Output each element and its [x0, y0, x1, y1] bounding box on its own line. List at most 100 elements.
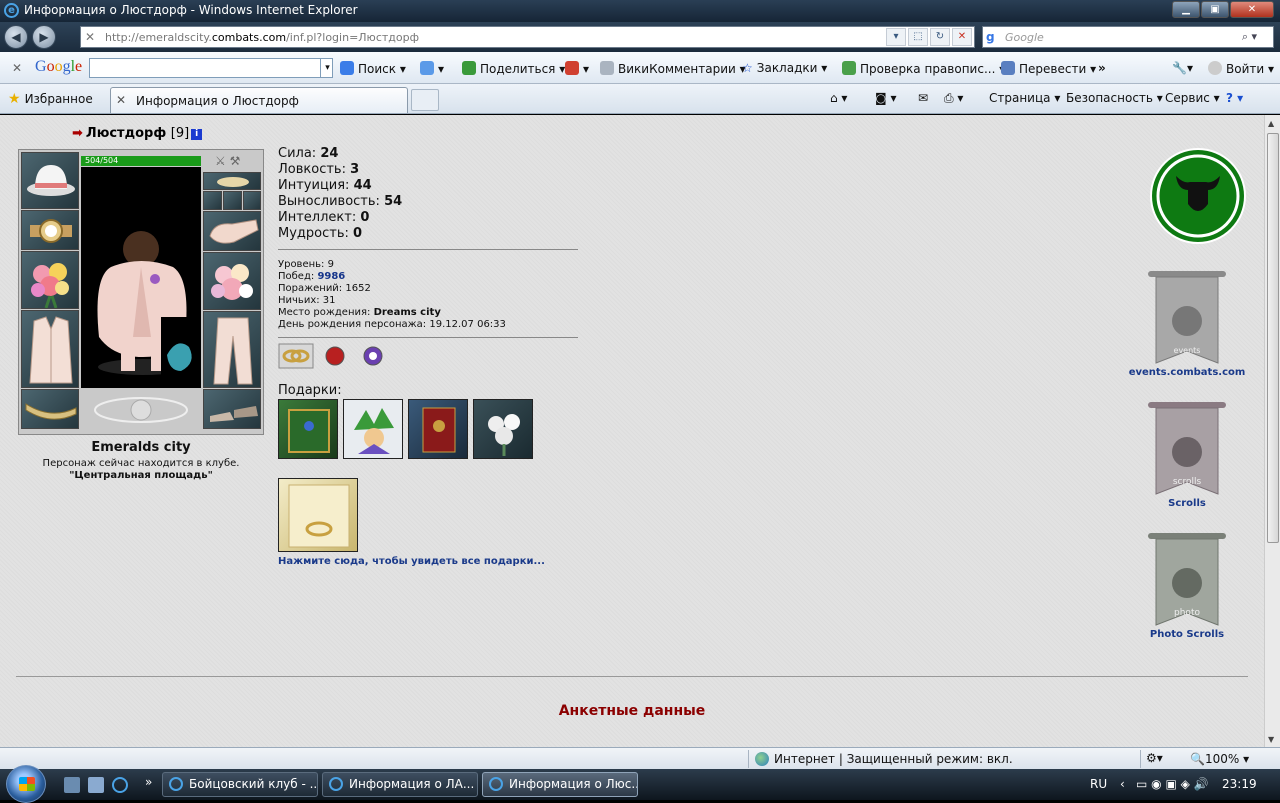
tray-expand-icon[interactable]: ‹ — [1120, 777, 1125, 791]
rings-medal-icon[interactable] — [278, 343, 314, 369]
gift-passport[interactable] — [408, 399, 468, 459]
help-icon[interactable]: ? ▾ — [1226, 91, 1243, 105]
all-gifts-link[interactable]: Нажмите сюда, чтобы увидеть все подарки.… — [278, 556, 545, 567]
forward-button[interactable]: ▶ — [32, 25, 56, 49]
spellcheck-button[interactable]: Проверка правопис... ▾ — [842, 61, 1005, 76]
purple-medal-icon[interactable] — [362, 345, 384, 367]
protected-mode-icon[interactable]: ⚙▾ — [1146, 751, 1163, 765]
ie-quicklaunch-icon[interactable] — [112, 777, 128, 793]
compat-view-icon[interactable]: ⬚ — [908, 28, 928, 46]
tray-icons[interactable]: ▭ ◉ ▣ ◈ 🔊 — [1136, 777, 1209, 791]
boots-slot[interactable] — [203, 389, 261, 429]
google-search-input[interactable] — [89, 58, 333, 78]
ie-task-icon — [329, 777, 343, 791]
vertical-scrollbar[interactable]: ▲ ▼ — [1264, 115, 1280, 747]
print-icon[interactable]: ⎙ ▾ — [944, 91, 963, 106]
close-toolbar-icon[interactable]: ✕ — [12, 61, 22, 75]
google-add-button[interactable]: ▾ — [420, 61, 444, 76]
red-medal-icon[interactable] — [324, 345, 346, 367]
page-menu[interactable]: Страница ▾ — [989, 91, 1060, 105]
pants-slot[interactable] — [203, 311, 261, 388]
scrolls-banner-icon[interactable]: scrolls — [1148, 402, 1226, 498]
bracer-slot[interactable] — [21, 210, 79, 250]
window-controls: ▁ ▣ ✕ — [1172, 1, 1274, 18]
ring-slot-3[interactable] — [243, 191, 261, 210]
stop-icon[interactable]: ✕ — [952, 28, 972, 46]
favorites-button[interactable]: ★ Избранное — [8, 91, 93, 107]
private-message-arrow-icon[interactable]: ➡ — [72, 126, 83, 141]
google-search-button[interactable]: Поиск ▾ — [340, 61, 406, 76]
scroll-down-icon[interactable]: ▼ — [1268, 735, 1274, 744]
info-draws: Ничьих: 31 — [278, 295, 336, 306]
photo-scrolls-link[interactable]: Photo Scrolls — [1100, 629, 1264, 640]
ie-task-icon — [169, 777, 183, 791]
character-level: [9] — [170, 126, 190, 141]
google-search-icon: g — [986, 30, 995, 44]
dropdown-icon[interactable]: ▾ — [886, 28, 906, 46]
zoom-level[interactable]: 🔍100% ▾ — [1190, 752, 1249, 766]
ring-slot-2[interactable] — [223, 191, 242, 210]
armor-slot[interactable] — [21, 310, 79, 388]
search-box[interactable]: g Google ⌕ ▾ — [982, 26, 1274, 48]
wiki-comments-button[interactable]: ВикиКомментарии ▾ — [600, 61, 746, 76]
mail-icon[interactable]: ✉ — [918, 91, 928, 105]
show-desktop-icon[interactable] — [64, 777, 80, 793]
ring-slot-1[interactable] — [203, 191, 222, 210]
bookmarks-button[interactable]: ☆ Закладки ▾ — [742, 61, 827, 75]
character-name-row: ➡ Люстдорф [9] i — [72, 126, 203, 141]
feeds-icon[interactable]: ◙ ▾ — [875, 91, 896, 105]
task-fight-club[interactable]: Бойцовский клуб - ... — [162, 772, 318, 797]
translate-button[interactable]: Перевести ▾ — [1001, 61, 1096, 76]
gift-flowers[interactable] — [473, 399, 533, 459]
back-button[interactable]: ◀ — [4, 25, 28, 49]
weapon-slot[interactable] — [21, 251, 79, 309]
scrolls-link[interactable]: Scrolls — [1100, 498, 1264, 509]
search-icon[interactable]: ⌕ ▾ — [1242, 30, 1257, 44]
flowers-icon — [211, 264, 253, 300]
switch-windows-icon[interactable] — [88, 777, 104, 793]
bouquet-icon — [31, 263, 69, 308]
gift-book[interactable] — [278, 399, 338, 459]
new-tab-button[interactable] — [411, 89, 439, 111]
language-indicator[interactable]: RU — [1090, 777, 1107, 791]
start-button[interactable] — [6, 765, 46, 803]
scroll-up-icon[interactable]: ▲ — [1268, 119, 1274, 128]
toolbar-more-button[interactable]: » — [1098, 61, 1106, 75]
gift-card[interactable] — [278, 478, 358, 552]
tab-info[interactable]: ✕ Информация о Люстдорф — [110, 87, 408, 113]
shield-slot[interactable] — [203, 252, 261, 310]
scrollbar-thumb[interactable] — [1267, 133, 1279, 543]
signin-button[interactable]: Войти ▾ — [1208, 61, 1274, 76]
events-banner-icon[interactable]: events — [1148, 271, 1226, 367]
share-button[interactable]: Поделиться ▾ — [462, 61, 565, 76]
clock[interactable]: 23:19 — [1222, 777, 1257, 791]
task-info-2[interactable]: Информация о Люс... — [482, 772, 638, 797]
info-divider — [278, 337, 578, 338]
home-icon[interactable]: ⌂ ▾ — [830, 91, 847, 105]
bull-logo-icon[interactable] — [1148, 146, 1248, 246]
address-bar[interactable]: ✕ http://emeraldscity.combats.com/inf.pl… — [80, 26, 975, 48]
gift-jester[interactable] — [343, 399, 403, 459]
earring-slot[interactable] — [203, 172, 261, 190]
security-zone-text: Интернет | Защищенный режим: вкл. — [774, 752, 1013, 766]
task-info-1[interactable]: Информация о ЛА... — [322, 772, 478, 797]
info-icon[interactable]: i — [191, 129, 203, 140]
google-input-dropdown-icon[interactable]: ▾ — [320, 58, 334, 78]
belt-slot[interactable] — [21, 389, 79, 429]
refresh-icon[interactable]: ↻ — [930, 28, 950, 46]
character-city: Emeralds city — [91, 440, 191, 455]
address-url[interactable]: http://emeraldscity.combats.com/inf.pl?l… — [105, 31, 419, 44]
gloves-slot[interactable] — [203, 211, 261, 251]
helmet-slot[interactable] — [21, 152, 79, 209]
block-popup-button[interactable]: ▾ — [565, 61, 589, 76]
quicklaunch-more[interactable]: » — [145, 775, 152, 789]
tools-menu[interactable]: Сервис ▾ — [1165, 91, 1220, 105]
maximize-button[interactable]: ▣ — [1201, 1, 1229, 18]
events-link[interactable]: events.combats.com — [1100, 367, 1264, 378]
minimize-button[interactable]: ▁ — [1172, 1, 1200, 18]
photo-scrolls-banner-icon[interactable]: photo — [1148, 533, 1226, 629]
wrench-icon[interactable]: 🔧▾ — [1172, 61, 1193, 75]
close-button[interactable]: ✕ — [1230, 1, 1274, 18]
ie-logo-icon: e — [4, 3, 19, 18]
safety-menu[interactable]: Безопасность ▾ — [1066, 91, 1163, 105]
